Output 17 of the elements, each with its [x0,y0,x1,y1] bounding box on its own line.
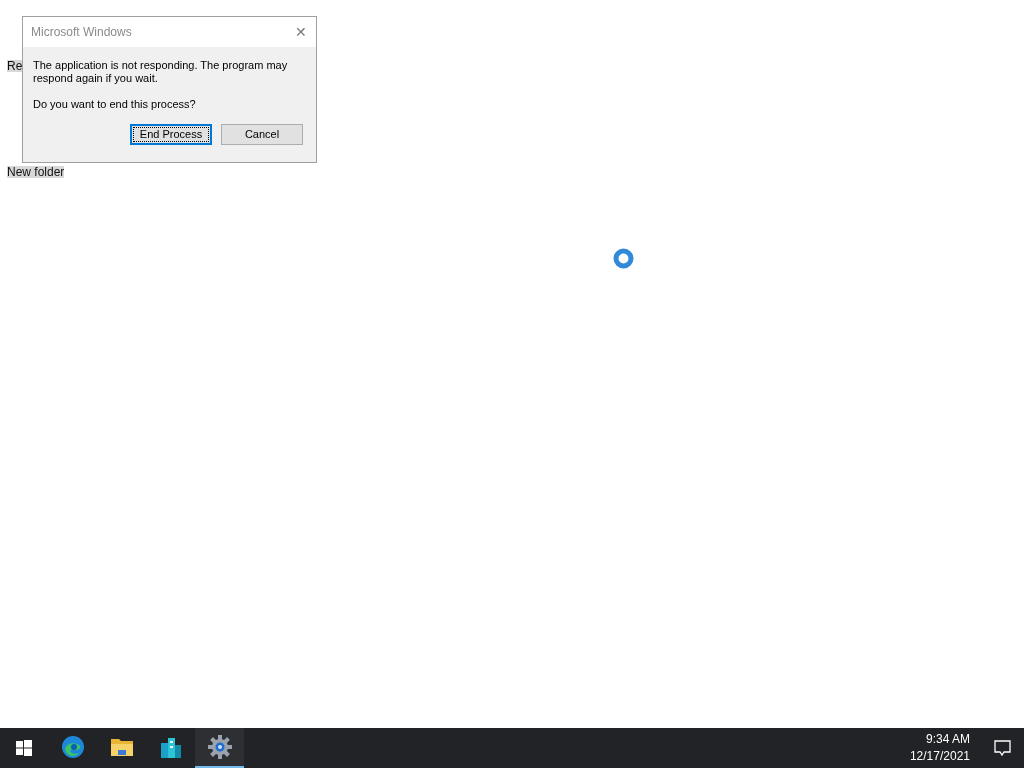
dialog-question: Do you want to end this process? [33,98,197,111]
gear-icon [206,734,233,760]
folder-icon [109,736,134,758]
dialog-button[interactable]: Cancel [221,124,303,145]
clock[interactable]: 9:34 AM 12/17/2021 [899,728,980,768]
windows-logo-icon [16,740,32,756]
dialog-button[interactable]: End Process [130,124,212,145]
close-button[interactable]: ✕ [286,17,316,47]
dialog-message: The application is not responding. The program may respond again if you wait. [33,59,289,85]
taskbar-app-button[interactable] [195,728,244,768]
edge-icon [60,735,85,759]
window-title: Microsoft Windows [31,24,132,41]
speech-bubble-icon [993,739,1011,757]
loading-spinner-icon [613,248,634,269]
desktop-icon-label[interactable]: Re [7,60,23,72]
desktop-icon-label[interactable]: New folder [7,166,65,178]
buildings-icon [158,735,183,759]
